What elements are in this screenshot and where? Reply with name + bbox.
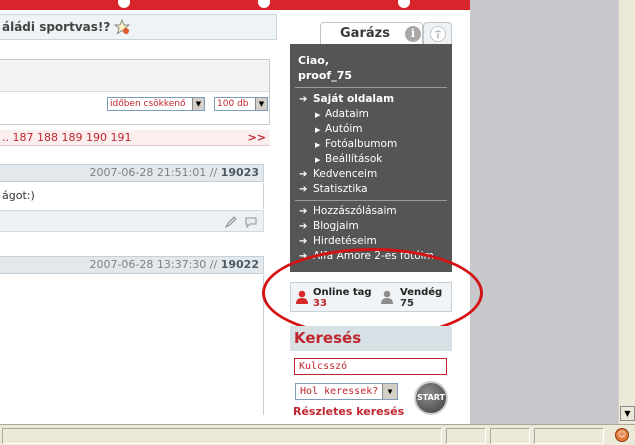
tab-online[interactable] (423, 22, 452, 44)
menu-item-fotoalbumom[interactable]: ▶ Fotóalbumom (315, 137, 397, 152)
scroll-down-button[interactable]: ▼ (620, 406, 635, 421)
browser-status-bar: ☺ (0, 424, 635, 445)
banner-tab-notch (258, 0, 270, 8)
menu-item-own-page[interactable]: ➔ Saját oldalam (299, 92, 394, 107)
reply-bubble-icon[interactable] (244, 215, 258, 229)
menu-item-autoim[interactable]: ▶ Autóim (315, 122, 363, 137)
chevron-down-icon[interactable]: ▼ (382, 384, 397, 399)
filter-header (0, 60, 269, 92)
menu-item-label: Hozzászólásaim (313, 205, 397, 217)
menu-item-label: Beállítások (325, 153, 383, 165)
triangle-right-icon: ▶ (315, 141, 321, 149)
username[interactable]: proof_75 (298, 68, 352, 83)
highlight-ellipse (262, 248, 483, 338)
top-banner (0, 0, 470, 10)
comment-actions (0, 210, 264, 232)
greeting: Ciao, proof_75 (298, 53, 352, 83)
sort-order-select[interactable]: időben csökkenő ▼ (107, 97, 205, 111)
tab-garazs[interactable]: Garázs i (320, 22, 423, 44)
comment-datetime: 2007-06-28 13:37:30 // (89, 258, 218, 271)
pagination: .. 187 188 189 190 191 >> (0, 130, 270, 146)
comment-body: ágot:) (0, 183, 264, 209)
topic-title-bar: áládi sportvas!? (0, 14, 277, 40)
banner-tab-notch (398, 0, 410, 8)
comment-datetime: 2007-06-28 21:51:01 // (89, 166, 218, 179)
triangle-right-icon: ▶ (315, 156, 321, 164)
per-page-value: 100 db (217, 99, 249, 109)
comment-header: 2007-06-28 13:37:30 // 19022 (0, 256, 264, 274)
sidebar-tabs: Garázs i (290, 22, 452, 44)
menu-item-statisztika[interactable]: ➔ Statisztika (299, 182, 368, 197)
comment-id[interactable]: 19022 (221, 258, 259, 271)
status-zone-cell (534, 428, 604, 444)
menu-item-label: Statisztika (313, 183, 368, 195)
menu-item-label: Fotóalbumom (325, 138, 398, 150)
comment-body (0, 275, 264, 415)
comment-id[interactable]: 19023 (221, 166, 259, 179)
smiley-icon: ☺ (615, 428, 629, 442)
arrow-right-icon: ➔ (299, 94, 308, 105)
arrow-right-icon: ➔ (299, 169, 308, 180)
menu-item-label: Adataim (325, 108, 369, 120)
user-menu-panel: Ciao, proof_75 ➔ Saját oldalam ▶ Adataim ▶… (290, 44, 452, 272)
menu-item-hirdeteseim[interactable]: ➔ Hirdetéseim (299, 234, 377, 249)
status-cell (446, 428, 486, 444)
arrow-right-icon: ➔ (299, 221, 308, 232)
greeting-hello: Ciao, (298, 54, 330, 67)
search-location-select[interactable]: Hol keressek? ▼ (295, 383, 398, 400)
chevron-down-icon[interactable]: ▼ (192, 98, 204, 110)
menu-item-hozzaszolasaim[interactable]: ➔ Hozzászólásaim (299, 204, 397, 219)
status-text-cell (2, 428, 442, 444)
menu-item-label: Saját oldalam (313, 93, 395, 105)
menu-item-beallitasok[interactable]: ▶ Beállítások (315, 152, 382, 167)
comment-text: ágot:) (2, 189, 35, 202)
browser-background (470, 0, 618, 424)
divider (295, 200, 447, 201)
page-links[interactable]: .. 187 188 189 190 191 (2, 131, 131, 144)
sort-order-value: időben csökkenő (110, 99, 186, 109)
menu-item-label: Kedvenceim (313, 168, 378, 180)
comment-header: 2007-06-28 21:51:01 // 19023 (0, 164, 264, 182)
status-cell (490, 428, 530, 444)
menu-item-label: Autóim (325, 123, 363, 135)
tab-garazs-label: Garázs (340, 26, 390, 41)
arrow-right-icon: ➔ (299, 236, 308, 247)
next-page-link[interactable]: >> (248, 130, 266, 146)
antenna-icon (430, 26, 446, 42)
topic-title: áládi sportvas!? (2, 20, 111, 34)
chevron-down-icon[interactable]: ▼ (255, 98, 267, 110)
start-search-button[interactable]: START (414, 381, 448, 415)
arrow-right-icon: ➔ (299, 184, 308, 195)
menu-item-label: Blogjaim (313, 220, 359, 232)
per-page-select[interactable]: 100 db ▼ (214, 97, 268, 111)
detailed-search-link[interactable]: Részletes keresés (293, 405, 404, 418)
favorite-star-icon[interactable] (114, 19, 131, 35)
keyword-input[interactable]: Kulcsszó (294, 358, 447, 375)
vertical-scrollbar[interactable]: ▼ (618, 0, 635, 424)
triangle-right-icon: ▶ (315, 111, 321, 119)
triangle-right-icon: ▶ (315, 126, 321, 134)
search-location-value: Hol keressek? (300, 386, 379, 397)
menu-item-kedvenceim[interactable]: ➔ Kedvenceim (299, 167, 377, 182)
info-icon[interactable]: i (405, 26, 421, 42)
edit-icon[interactable] (224, 215, 238, 229)
search-heading: Keresés (290, 326, 452, 351)
banner-tab-notch (118, 0, 130, 8)
divider (295, 87, 447, 88)
menu-item-label: Hirdetéseim (313, 235, 377, 247)
filter-box: időben csökkenő ▼ 100 db ▼ (0, 59, 270, 125)
menu-item-blogjaim[interactable]: ➔ Blogjaim (299, 219, 359, 234)
arrow-right-icon: ➔ (299, 206, 308, 217)
menu-item-adataim[interactable]: ▶ Adataim (315, 107, 369, 122)
